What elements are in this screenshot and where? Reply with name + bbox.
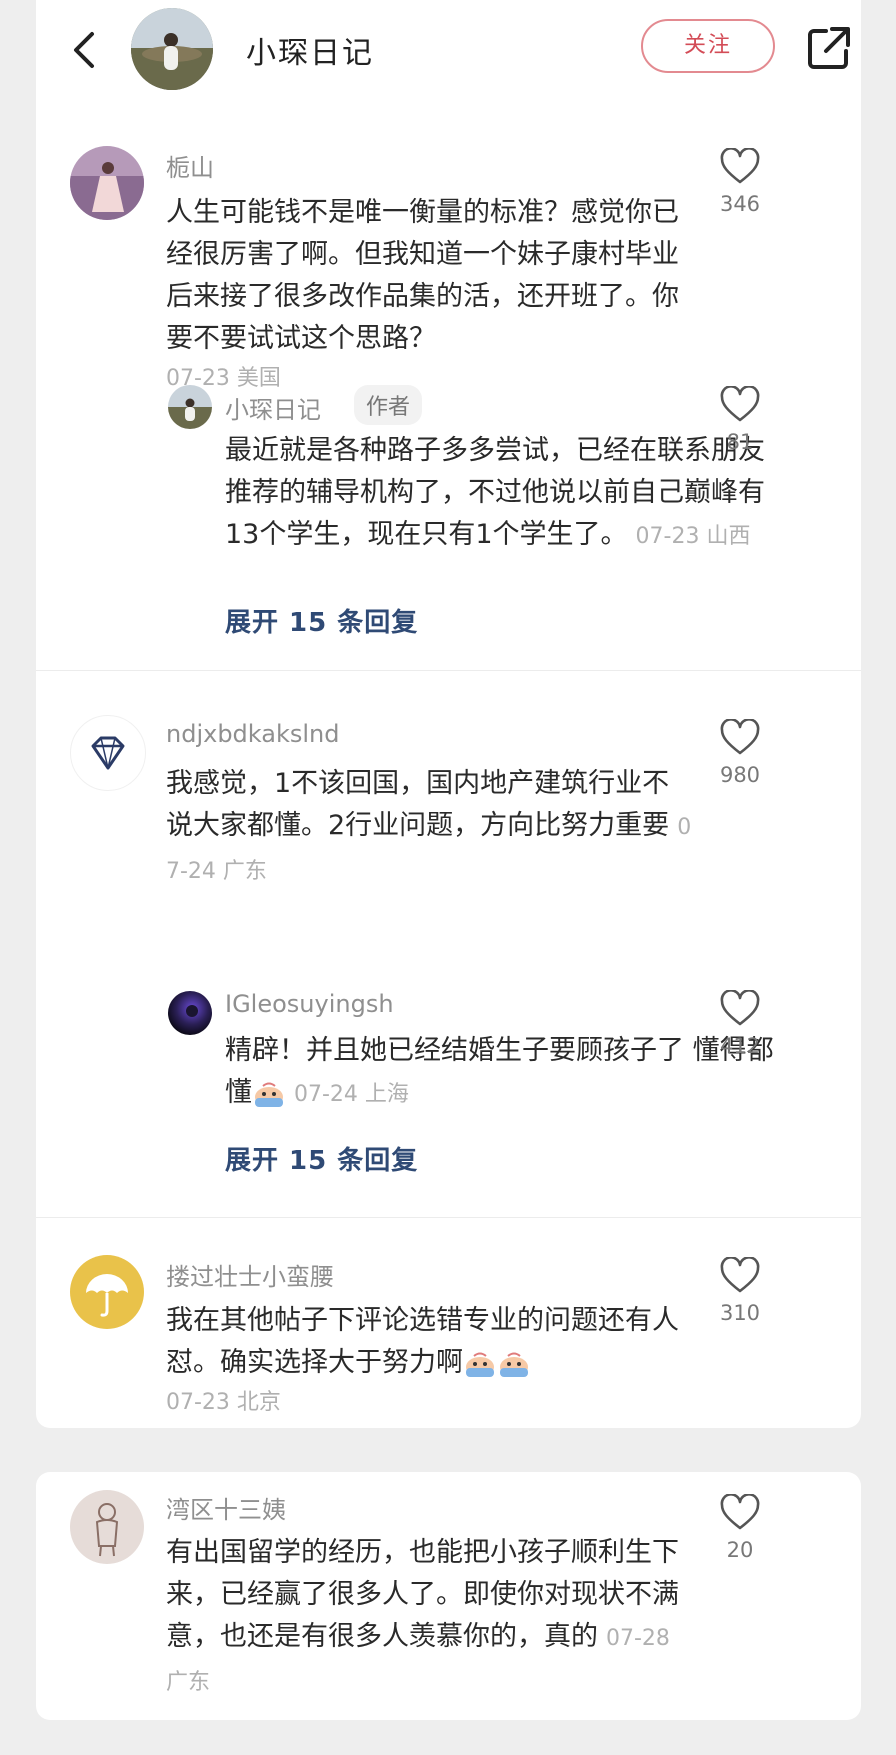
like-heart-icon[interactable] (719, 1494, 761, 1532)
crying-emoji-icon (466, 1352, 494, 1377)
comment-body: 我在其他帖子下评论选错专业的问题还有人怼。确实选择大于努力啊 (166, 1305, 679, 1378)
reply-meta: 07-23 山西 (635, 524, 751, 549)
comment-text: 有出国留学的经历，也能把小孩子顺利生下来，已经赢了很多人了。即使你对现状不满意，… (166, 1532, 696, 1704)
comment-username[interactable]: ndjxbdkakslnd (166, 720, 339, 748)
reply-username[interactable]: IGleosuyingsh (225, 990, 394, 1018)
author-badge: 作者 (354, 385, 423, 425)
page-title: 小琛日记 (246, 36, 374, 71)
comment-body: 人生可能钱不是唯一衡量的标准？感觉你已经很厉害了啊。但我知道一个妹子康村毕业后来… (166, 197, 679, 354)
comment-username[interactable]: 湾区十三姨 (166, 1490, 286, 1525)
header-bar: 小琛日记 关注 (36, 0, 861, 110)
back-arrow-icon[interactable] (66, 28, 100, 72)
crying-emoji-icon (500, 1352, 528, 1377)
comments-card: 湾区十三姨 有出国留学的经历，也能把小孩子顺利生下来，已经赢了很多人了。即使你对… (36, 1472, 861, 1720)
comment-body: 我感觉，1不该回国，国内地产建筑行业不说大家都懂。2行业问题，方向比努力重要 (166, 768, 670, 841)
author-avatar[interactable] (131, 8, 213, 90)
like-count: 346 (719, 192, 761, 216)
expand-replies-link[interactable]: 展开 15 条回复 (225, 602, 418, 639)
comment-meta: 07-23 北京 (166, 1390, 281, 1415)
user-avatar[interactable] (70, 1255, 144, 1329)
reply-meta: 07-24 上海 (294, 1082, 409, 1107)
reply-text: 最近就是各种路子多多尝试，已经在联系朋友推荐的辅导机构了，不过他说以前自己巅峰有… (225, 430, 780, 558)
reply-text: 精辟！并且她已经结婚生子要顾孩子了 懂得都懂 07-24 上海 (225, 1030, 780, 1116)
like-count: 310 (719, 1301, 761, 1325)
umbrella-icon (86, 1274, 128, 1317)
comment-text: 我在其他帖子下评论选错专业的问题还有人怼。确实选择大于努力啊 07-23 北京 (166, 1300, 696, 1420)
like-heart-icon[interactable] (719, 1257, 761, 1295)
reply-avatar[interactable] (168, 991, 212, 1035)
like-count: 20 (726, 1538, 754, 1562)
like-count: 412 (719, 1034, 761, 1058)
user-avatar[interactable] (70, 715, 146, 791)
comment-body: 有出国留学的经历，也能把小孩子顺利生下来，已经赢了很多人了。即使你对现状不满意，… (166, 1537, 679, 1652)
comment-username[interactable]: 搂过壮士小蛮腰 (166, 1257, 334, 1292)
like-heart-icon[interactable] (719, 148, 761, 186)
user-avatar[interactable] (70, 146, 144, 220)
like-heart-icon[interactable] (719, 990, 761, 1028)
comments-card: 栀山 人生可能钱不是唯一衡量的标准？感觉你已经很厉害了啊。但我知道一个妹子康村毕… (36, 110, 861, 1428)
comment-username[interactable]: 栀山 (166, 148, 214, 183)
follow-button[interactable]: 关注 (641, 19, 775, 73)
comment-text: 人生可能钱不是唯一衡量的标准？感觉你已经很厉害了啊。但我知道一个妹子康村毕业后来… (166, 192, 696, 396)
like-heart-icon[interactable] (719, 386, 761, 424)
diamond-icon (91, 736, 125, 770)
crying-emoji-icon (255, 1082, 283, 1107)
expand-replies-link[interactable]: 展开 15 条回复 (225, 1140, 418, 1177)
divider (36, 670, 861, 671)
reply-avatar[interactable] (168, 385, 212, 429)
divider (36, 1217, 861, 1218)
like-count: 980 (719, 763, 761, 787)
share-icon[interactable] (806, 25, 852, 71)
reply-username[interactable]: 小琛日记 (225, 390, 321, 425)
like-count: 81 (726, 430, 754, 454)
user-avatar[interactable] (70, 1490, 144, 1564)
like-heart-icon[interactable] (719, 719, 761, 757)
comment-text: 我感觉，1不该回国，国内地产建筑行业不说大家都懂。2行业问题，方向比努力重要 07… (166, 763, 696, 893)
